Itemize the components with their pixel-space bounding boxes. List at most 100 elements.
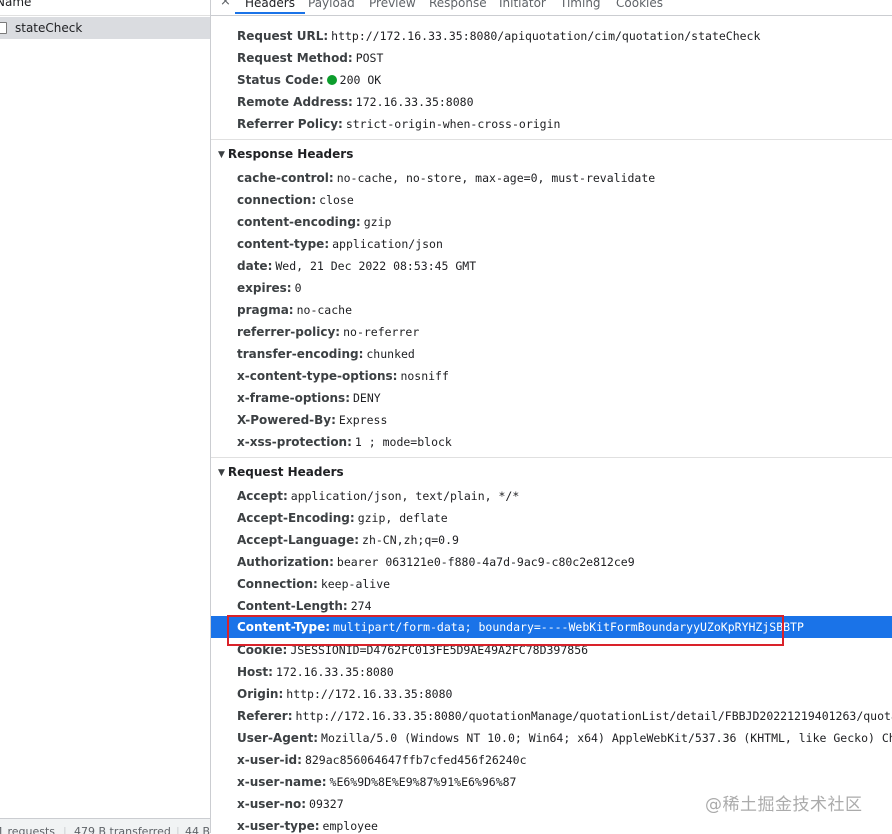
header-row[interactable]: connection: close [237, 189, 354, 211]
header-row[interactable]: cache-control: no-cache, no-store, max-ag… [237, 167, 655, 189]
header-row[interactable]: Accept-Language: zh-CN,zh;q=0.9 [237, 529, 459, 551]
header-row[interactable]: x-content-type-options: nosniff [237, 365, 449, 387]
section-label: Response Headers [227, 147, 354, 161]
section-divider [211, 139, 892, 140]
general-row[interactable]: Remote Address: 172.16.33.35:8080 [237, 91, 474, 113]
general-row[interactable]: Request URL: http://172.16.33.35:8080/api… [237, 25, 760, 47]
header-key: cache-control: [237, 171, 334, 185]
tab-headers[interactable]: Headers [235, 0, 305, 14]
header-key: Request URL: [237, 29, 329, 43]
header-value: http://172.16.33.35:8080 [286, 687, 453, 701]
header-row[interactable]: x-user-type: employee [237, 815, 378, 833]
tab-cookies[interactable]: Cookies [616, 0, 663, 10]
header-value: close [319, 193, 354, 207]
header-row[interactable]: Accept: application/json, text/plain, */* [237, 485, 519, 507]
header-key: Accept: [237, 489, 288, 503]
header-value: no-cache, no-store, max-age=0, must-reva… [336, 171, 656, 185]
header-row[interactable]: Connection: keep-alive [237, 573, 390, 595]
header-value: DENY [353, 391, 381, 405]
header-value: 0 [294, 281, 302, 295]
general-row[interactable]: Request Method: POST [237, 47, 383, 69]
header-key: Origin: [237, 687, 284, 701]
selected-header-row[interactable]: Content-Type: multipart/form-data; bounda… [211, 616, 892, 638]
header-key: Content-Length: [237, 599, 348, 613]
header-row[interactable]: x-user-no: 09327 [237, 793, 344, 815]
header-key: transfer-encoding: [237, 347, 364, 361]
header-value: zh-CN,zh;q=0.9 [362, 533, 459, 547]
header-key: Content-Type: [237, 620, 331, 634]
close-icon[interactable]: × [220, 0, 231, 9]
header-key: content-type: [237, 237, 330, 251]
request-row-statecheck[interactable]: stateCheck [0, 17, 210, 39]
header-row[interactable]: User-Agent: Mozilla/5.0 (Windows NT 10.0;… [237, 727, 892, 749]
header-value: 172.16.33.35:8080 [275, 665, 394, 679]
header-key: date: [237, 259, 273, 273]
header-key: Referrer Policy: [237, 117, 343, 131]
header-value: application/json, text/plain, */* [290, 489, 520, 503]
header-row[interactable]: content-type: application/json [237, 233, 443, 255]
header-value: 09327 [309, 797, 344, 811]
header-key: Cookie: [237, 643, 288, 657]
header-row[interactable]: x-frame-options: DENY [237, 387, 381, 409]
header-key: Accept-Language: [237, 533, 360, 547]
watermark-text: @稀土掘金技术社区 [705, 795, 863, 815]
general-row[interactable]: Status Code: 200 OK [237, 69, 381, 91]
header-key: x-user-id: [237, 753, 302, 767]
header-row[interactable]: Cookie: JSESSIONID=D4762FC013FE5D9AE49A2F… [237, 639, 588, 661]
header-key: Status Code: [237, 73, 324, 87]
request-row-name: stateCheck [15, 21, 83, 35]
tab-initiator[interactable]: Initiator [499, 0, 546, 10]
header-value: Wed, 21 Dec 2022 08:53:45 GMT [275, 259, 477, 273]
header-value: JSESSIONID=D4762FC013FE5D9AE49A2FC78D397… [290, 643, 589, 657]
request-type-icon [0, 22, 7, 34]
header-value: gzip, deflate [357, 511, 448, 525]
header-key: connection: [237, 193, 317, 207]
request-headers-section-title[interactable]: ▼ Request Headers [218, 461, 344, 483]
header-value: multipart/form-data; boundary=----WebKit… [333, 620, 804, 634]
requests-panel: Name stateCheck 1 requests | 479 B trans… [0, 0, 211, 834]
section-divider [211, 457, 892, 458]
name-column-header[interactable]: Name [0, 0, 210, 16]
section-label: Request Headers [227, 465, 344, 479]
header-row[interactable]: x-user-id: 829ac856064647ffb7cfed456f2624… [237, 749, 527, 771]
header-key: expires: [237, 281, 292, 295]
general-row[interactable]: Referrer Policy: strict-origin-when-cross… [237, 113, 560, 135]
header-key: Connection: [237, 577, 318, 591]
header-key: x-user-type: [237, 819, 320, 833]
header-row[interactable]: expires: 0 [237, 277, 302, 299]
tab-payload[interactable]: Payload [308, 0, 355, 10]
header-value: strict-origin-when-cross-origin [345, 117, 561, 131]
header-value: 172.16.33.35:8080 [355, 95, 474, 109]
header-row[interactable]: Content-Length: 274 [237, 595, 372, 617]
header-row[interactable]: x-xss-protection: 1 ; mode=block [237, 431, 452, 453]
network-status-bar: 1 requests | 479 B transferred | 44 B [0, 818, 210, 834]
header-row[interactable]: Referer: http://172.16.33.35:8080/quotati… [237, 705, 892, 727]
header-key: x-user-no: [237, 797, 307, 811]
tab-response[interactable]: Response [429, 0, 487, 10]
header-row[interactable]: content-encoding: gzip [237, 211, 391, 233]
header-row[interactable]: Content-Type: multipart/form-data; bounda… [237, 616, 804, 638]
header-row[interactable]: x-user-name: %E6%9D%8E%E9%87%91%E6%96%87 [237, 771, 516, 793]
header-row[interactable]: X-Powered-By: Express [237, 409, 387, 431]
header-value: chunked [366, 347, 415, 361]
tab-timing[interactable]: Timing [560, 0, 601, 10]
header-value: no-referrer [343, 325, 420, 339]
header-value: %E6%9D%8E%E9%87%91%E6%96%87 [329, 775, 517, 789]
header-row[interactable]: Origin: http://172.16.33.35:8080 [237, 683, 452, 705]
header-row[interactable]: pragma: no-cache [237, 299, 352, 321]
header-row[interactable]: Accept-Encoding: gzip, deflate [237, 507, 448, 529]
header-row[interactable]: transfer-encoding: chunked [237, 343, 415, 365]
expand-triangle-icon: ▼ [218, 468, 225, 478]
header-key: Referer: [237, 709, 293, 723]
response-headers-section-title[interactable]: ▼ Response Headers [218, 143, 353, 165]
header-key: referrer-policy: [237, 325, 341, 339]
header-value: POST [355, 51, 384, 65]
header-value: 200 OK [339, 73, 382, 87]
header-row[interactable]: Host: 172.16.33.35:8080 [237, 661, 394, 683]
header-row[interactable]: date: Wed, 21 Dec 2022 08:53:45 GMT [237, 255, 476, 277]
header-row[interactable]: Authorization: bearer 063121e0-f880-4a7d-… [237, 551, 635, 573]
header-row[interactable]: referrer-policy: no-referrer [237, 321, 419, 343]
header-value: bearer 063121e0-f880-4a7d-9ac9-c80c2e812… [336, 555, 635, 569]
header-key: pragma: [237, 303, 294, 317]
tab-preview[interactable]: Preview [369, 0, 416, 10]
